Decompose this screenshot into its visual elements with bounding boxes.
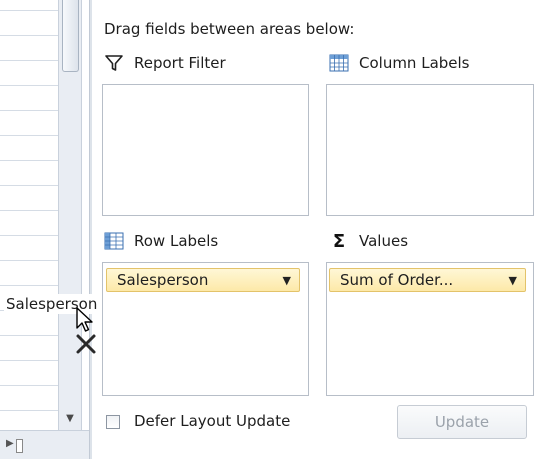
values-field-label: Sum of Order... bbox=[340, 271, 454, 289]
values-header: Σ Values bbox=[329, 230, 408, 252]
row-field-salesperson[interactable]: Salesperson ▼ bbox=[106, 268, 300, 292]
drag-instruction: Drag fields between areas below: bbox=[104, 20, 355, 38]
report-filter-drop-area[interactable] bbox=[102, 84, 309, 216]
report-filter-header: Report Filter bbox=[104, 52, 226, 74]
sheet-tab-bar[interactable]: ▶ bbox=[0, 430, 90, 459]
filter-icon bbox=[104, 54, 124, 72]
column-labels-drop-area[interactable] bbox=[326, 84, 534, 216]
scrollbar-thumb[interactable] bbox=[62, 0, 79, 72]
row-grid-icon bbox=[104, 232, 124, 250]
sheet-nav-next-icon[interactable]: ▶ bbox=[6, 438, 14, 449]
row-labels-header: Row Labels bbox=[104, 230, 218, 252]
defer-layout-label[interactable]: Defer Layout Update bbox=[134, 412, 290, 430]
worksheet-strip[interactable] bbox=[0, 0, 58, 459]
column-labels-label: Column Labels bbox=[359, 54, 470, 72]
column-grid-icon bbox=[329, 54, 349, 72]
remove-x-icon bbox=[74, 332, 98, 360]
vertical-scrollbar[interactable]: ▼ bbox=[58, 0, 82, 430]
row-labels-label: Row Labels bbox=[134, 232, 219, 250]
defer-layout-checkbox[interactable] bbox=[106, 415, 120, 429]
sheet-tab-stub[interactable] bbox=[16, 439, 23, 453]
report-filter-label: Report Filter bbox=[134, 54, 226, 72]
row-field-label: Salesperson bbox=[117, 271, 209, 289]
sigma-icon: Σ bbox=[332, 230, 346, 252]
update-button[interactable]: Update bbox=[397, 405, 527, 439]
dropdown-arrow-icon[interactable]: ▼ bbox=[509, 274, 517, 287]
dropdown-arrow-icon[interactable]: ▼ bbox=[283, 274, 291, 287]
values-field-sum-of-order[interactable]: Sum of Order... ▼ bbox=[329, 268, 526, 292]
column-labels-header: Column Labels bbox=[329, 52, 470, 74]
scroll-down-icon[interactable]: ▼ bbox=[59, 408, 81, 430]
values-label: Values bbox=[359, 232, 409, 250]
